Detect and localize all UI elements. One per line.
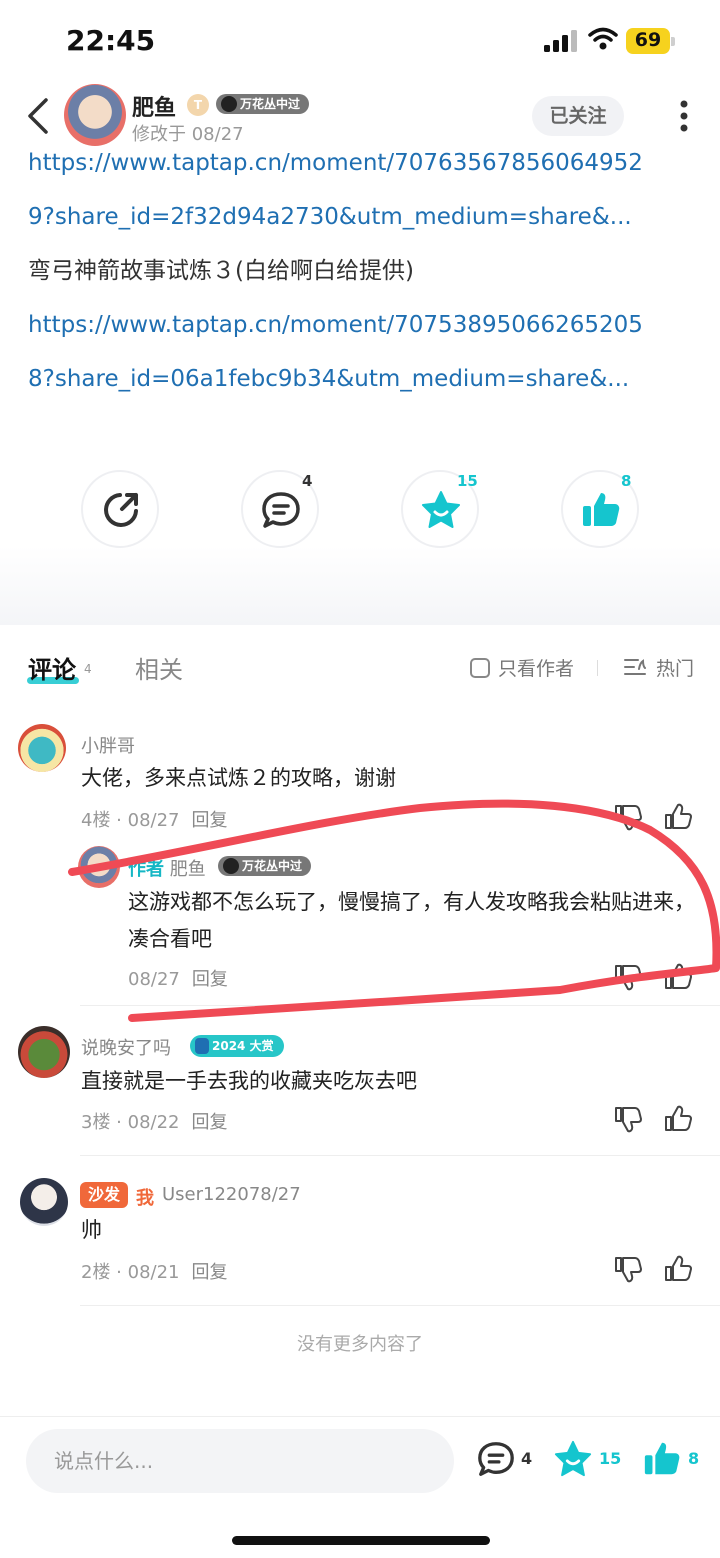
comment-tabs: 评论 4 相关 只看作者 热门 <box>0 630 720 706</box>
only-author-checkbox[interactable] <box>470 658 490 678</box>
divider <box>597 660 598 676</box>
share-button[interactable] <box>81 470 159 548</box>
thumbs-up-icon <box>644 1442 680 1475</box>
status-bar: 22:45 69 <box>0 0 720 82</box>
reply-meta: 08/27 回复 <box>128 969 228 990</box>
smiling-star-icon <box>554 1440 592 1477</box>
author-tag: 万花丛中过 <box>216 94 310 114</box>
bottom-favorite-count: 15 <box>599 1449 622 1468</box>
end-of-list-text: 没有更多内容了 <box>297 1334 423 1355</box>
comment-text: 直接就是一手去我的收藏夹吃灰去吧 <box>81 1069 417 1093</box>
reply-author-tag: 万花丛中过 <box>218 856 312 876</box>
comment-avatar[interactable] <box>18 1026 70 1078</box>
mask-icon <box>223 858 239 874</box>
post-content: https://www.taptap.cn/moment/70763567856… <box>28 136 698 406</box>
home-indicator <box>232 1536 490 1545</box>
post-link[interactable]: https://www.taptap.cn/moment/70753895066… <box>28 298 698 352</box>
comment-avatar[interactable] <box>18 724 66 772</box>
post-text: 弯弓神箭故事试炼３(白给啊白给提供) <box>28 258 414 284</box>
comment-count: 4 <box>302 472 313 490</box>
post-actions: 4 15 8 <box>0 450 720 625</box>
comment-input-wrapper <box>26 1429 454 1493</box>
reply-text: 这游戏都不怎么玩了，慢慢搞了，有人发攻略我会粘贴进来，凑合看吧 <box>128 890 695 951</box>
me-label: 我 <box>136 1188 154 1209</box>
comment-meta: 2楼 · 08/21 回复 <box>81 1262 228 1283</box>
back-arrow-icon[interactable] <box>22 96 54 136</box>
reply-link[interactable]: 回复 <box>192 1262 228 1283</box>
comment-author[interactable]: User122078/27 <box>162 1184 301 1205</box>
award-icon <box>195 1038 209 1054</box>
thumbs-up-outline-icon[interactable] <box>663 1254 693 1284</box>
thumbs-up-icon <box>583 493 620 526</box>
comment-author[interactable]: 说晚安了吗 <box>81 1034 171 1060</box>
mask-icon <box>221 96 237 112</box>
status-time: 22:45 <box>66 24 156 57</box>
comment-separator <box>80 1005 720 1006</box>
award-badge: 2024 大赏 <box>190 1035 284 1057</box>
wifi-icon <box>588 27 618 50</box>
thumbs-up-outline-icon[interactable] <box>663 962 693 992</box>
thumbs-down-icon[interactable] <box>613 1254 643 1284</box>
thumbs-down-icon[interactable] <box>613 802 643 832</box>
comment-meta: 4楼 · 08/27 回复 <box>81 810 228 831</box>
thumbs-down-icon[interactable] <box>613 962 643 992</box>
reply-author[interactable]: 作者 肥鱼 <box>128 855 206 881</box>
thumbs-up-outline-icon[interactable] <box>663 802 693 832</box>
smiling-star-icon <box>422 491 460 528</box>
tab-comments-count: 4 <box>84 662 92 676</box>
reply-link[interactable]: 回复 <box>192 969 228 990</box>
author-name[interactable]: 肥鱼 <box>132 90 176 122</box>
tab-related[interactable]: 相关 <box>135 650 183 685</box>
tab-comments[interactable]: 评论 <box>28 650 76 685</box>
comment-text: 大佬，多来点试炼２的攻略，谢谢 <box>81 766 396 790</box>
cellular-signal-icon <box>544 30 577 52</box>
bottom-like-button[interactable]: 8 <box>642 1437 702 1481</box>
author-label: 作者 <box>128 859 164 880</box>
comment-bubble-icon <box>478 1442 514 1476</box>
thumbs-up-outline-icon[interactable] <box>663 1104 693 1134</box>
bottom-comment-button[interactable]: 4 <box>476 1437 536 1481</box>
comment-bubble-icon <box>262 492 300 528</box>
bottom-favorite-button[interactable]: 15 <box>553 1437 623 1481</box>
post-link[interactable]: 8?share_id=06a1febc9b34&utm_medium=share… <box>28 352 698 406</box>
comment-meta: 3楼 · 08/22 回复 <box>81 1112 228 1133</box>
battery-icon: 69 <box>626 28 676 54</box>
comment-author[interactable]: 小胖哥 <box>81 732 135 758</box>
battery-level: 69 <box>634 29 662 51</box>
reply-link[interactable]: 回复 <box>192 810 228 831</box>
more-options-icon[interactable] <box>678 100 690 132</box>
comment-separator <box>80 1305 720 1306</box>
like-count: 8 <box>621 472 632 490</box>
sofa-badge: 沙发 <box>80 1182 128 1208</box>
reply-link[interactable]: 回复 <box>192 1112 228 1133</box>
sort-icon <box>624 659 646 675</box>
share-icon <box>104 493 138 527</box>
comment-text: 帅 <box>81 1218 102 1242</box>
thumbs-down-icon[interactable] <box>613 1104 643 1134</box>
bottom-like-count: 8 <box>688 1449 700 1468</box>
reply-avatar[interactable] <box>78 846 120 888</box>
comment-avatar[interactable] <box>20 1178 68 1226</box>
post-link[interactable]: 9?share_id=2f32d94a2730&utm_medium=share… <box>28 190 698 244</box>
comment-input[interactable] <box>54 1429 434 1493</box>
level-badge: T <box>187 94 209 116</box>
favorite-count: 15 <box>457 472 478 490</box>
follow-button[interactable]: 已关注 <box>532 96 624 136</box>
comment-separator <box>80 1155 720 1156</box>
post-link[interactable]: https://www.taptap.cn/moment/70763567856… <box>28 136 698 190</box>
bottom-comment-count: 4 <box>521 1449 533 1468</box>
